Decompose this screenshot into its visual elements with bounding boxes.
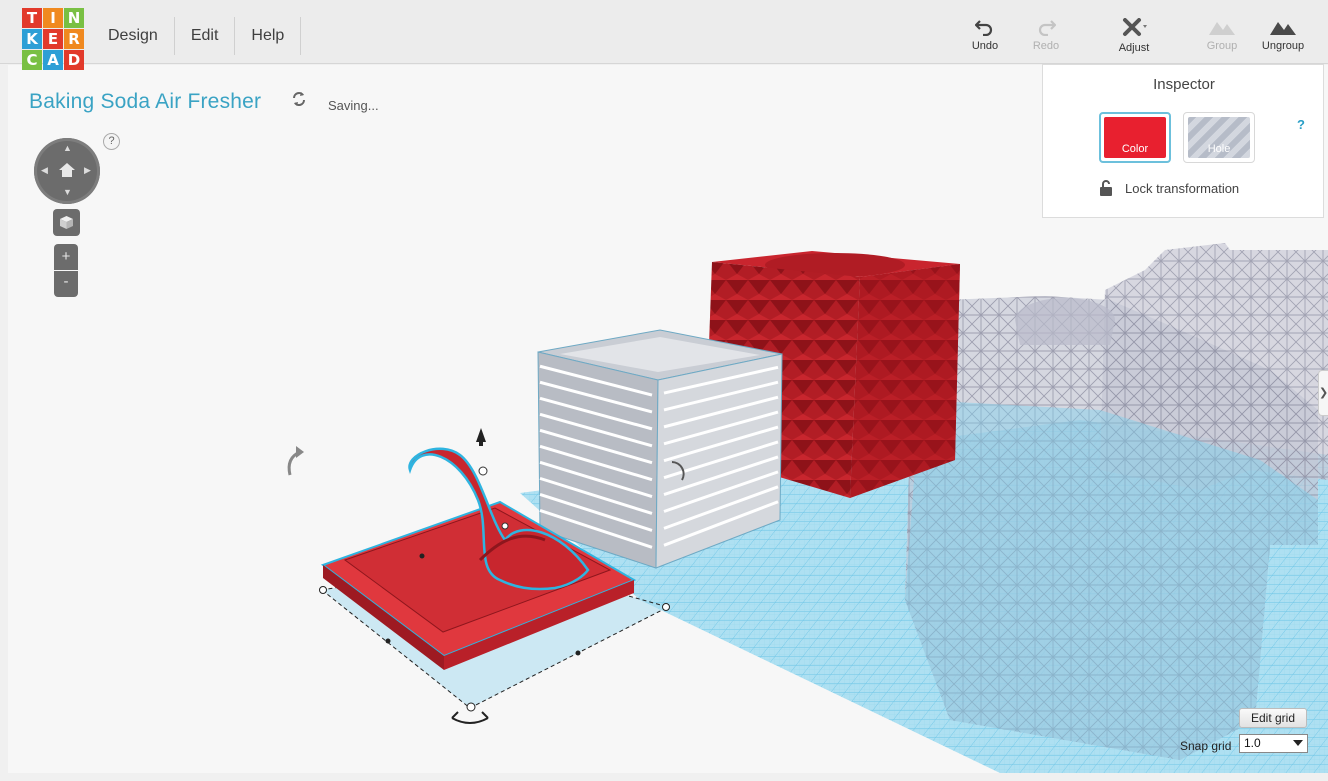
logo-letter: T xyxy=(22,8,42,28)
hole-button[interactable]: Hole xyxy=(1183,112,1255,163)
design-title[interactable]: Baking Soda Air Fresher xyxy=(29,90,261,114)
tinkercad-logo[interactable]: T I N K E R C A D xyxy=(22,8,86,70)
chevron-right-icon: ❯ xyxy=(1319,387,1328,399)
undo-icon xyxy=(975,20,993,36)
refresh-icon[interactable] xyxy=(291,91,307,107)
view-cube-button[interactable] xyxy=(53,209,80,236)
corner-handle[interactable] xyxy=(662,603,670,611)
hole-swatch: Hole xyxy=(1188,117,1250,158)
side-panel-toggle[interactable]: ❯ xyxy=(1318,370,1328,416)
redo-icon xyxy=(1038,20,1056,36)
logo-letter: K xyxy=(22,29,42,49)
dropdown-arrow-icon xyxy=(1293,740,1303,746)
height-handle[interactable] xyxy=(478,466,488,476)
redo-label: Redo xyxy=(1032,40,1060,52)
color-button[interactable]: Color xyxy=(1099,112,1171,163)
hole-label: Hole xyxy=(1207,143,1231,155)
orbit-up-icon[interactable]: ▲ xyxy=(63,144,72,153)
lock-transformation-toggle[interactable]: Lock transformation xyxy=(1099,179,1239,197)
adjust-button[interactable]: Adjust xyxy=(1106,18,1162,54)
menu-design[interactable]: Design xyxy=(92,17,175,55)
orbit-down-icon[interactable]: ▼ xyxy=(63,188,72,197)
logo-letter: R xyxy=(64,29,84,49)
undo-button[interactable]: Undo xyxy=(957,18,1013,52)
adjust-icon xyxy=(1123,18,1147,36)
zoom-out-button[interactable]: - xyxy=(54,271,78,297)
tinkercad-app: T I N K E R C A D Design Edit Help Undo xyxy=(0,0,1328,781)
top-toolbar: T I N K E R C A D Design Edit Help Undo xyxy=(0,0,1328,70)
orbit-left-icon[interactable]: ◀ xyxy=(41,166,48,175)
color-label: Color xyxy=(1121,143,1149,155)
inspector-panel: Inspector Color Hole ? Lock transformati… xyxy=(1042,64,1324,218)
unlock-icon xyxy=(1100,180,1112,196)
edit-grid-button[interactable]: Edit grid xyxy=(1239,708,1307,728)
logo-letter: I xyxy=(43,8,63,28)
orbit-right-icon[interactable]: ▶ xyxy=(84,166,91,175)
main-menu: Design Edit Help xyxy=(92,17,302,55)
corner-handle[interactable] xyxy=(466,702,476,712)
menu-help[interactable]: Help xyxy=(235,17,302,55)
rotate-handle-icon[interactable] xyxy=(451,717,489,724)
cube-icon xyxy=(60,216,73,229)
grey-slatted-box[interactable] xyxy=(537,329,783,569)
ungroup-label: Ungroup xyxy=(1261,40,1305,52)
logo-letter: A xyxy=(43,50,63,70)
lock-label: Lock transformation xyxy=(1125,180,1240,196)
ungroup-button[interactable]: Ungroup xyxy=(1255,18,1311,52)
snap-grid-select[interactable]: 1.0 xyxy=(1239,734,1308,753)
redo-button[interactable]: Redo xyxy=(1018,18,1074,52)
inspector-help-icon[interactable]: ? xyxy=(1297,117,1305,132)
move-up-arrow-icon[interactable] xyxy=(476,428,486,442)
adjust-label: Adjust xyxy=(1118,42,1150,54)
navigation-help-icon[interactable]: ? xyxy=(103,133,120,150)
inspector-title: Inspector xyxy=(1153,76,1215,93)
group-label: Group xyxy=(1206,40,1238,52)
menu-edit[interactable]: Edit xyxy=(175,17,236,55)
ungroup-icon xyxy=(1270,22,1296,35)
snap-grid-value: 1.0 xyxy=(1244,736,1261,750)
logo-letter: C xyxy=(22,50,42,70)
color-swatch: Color xyxy=(1104,117,1166,158)
home-icon[interactable] xyxy=(58,162,76,178)
snap-grid-label: Snap grid xyxy=(1180,739,1232,753)
logo-letter: D xyxy=(64,50,84,70)
orbit-control[interactable]: ▲ ▼ ◀ ▶ xyxy=(34,138,100,204)
logo-letter: N xyxy=(64,8,84,28)
undo-label: Undo xyxy=(971,40,999,52)
group-icon xyxy=(1209,22,1235,35)
group-button[interactable]: Group xyxy=(1194,18,1250,52)
zoom-in-button[interactable]: + xyxy=(54,244,78,270)
logo-letter: E xyxy=(43,29,63,49)
save-status: Saving... xyxy=(328,98,379,113)
corner-handle[interactable] xyxy=(319,586,327,594)
